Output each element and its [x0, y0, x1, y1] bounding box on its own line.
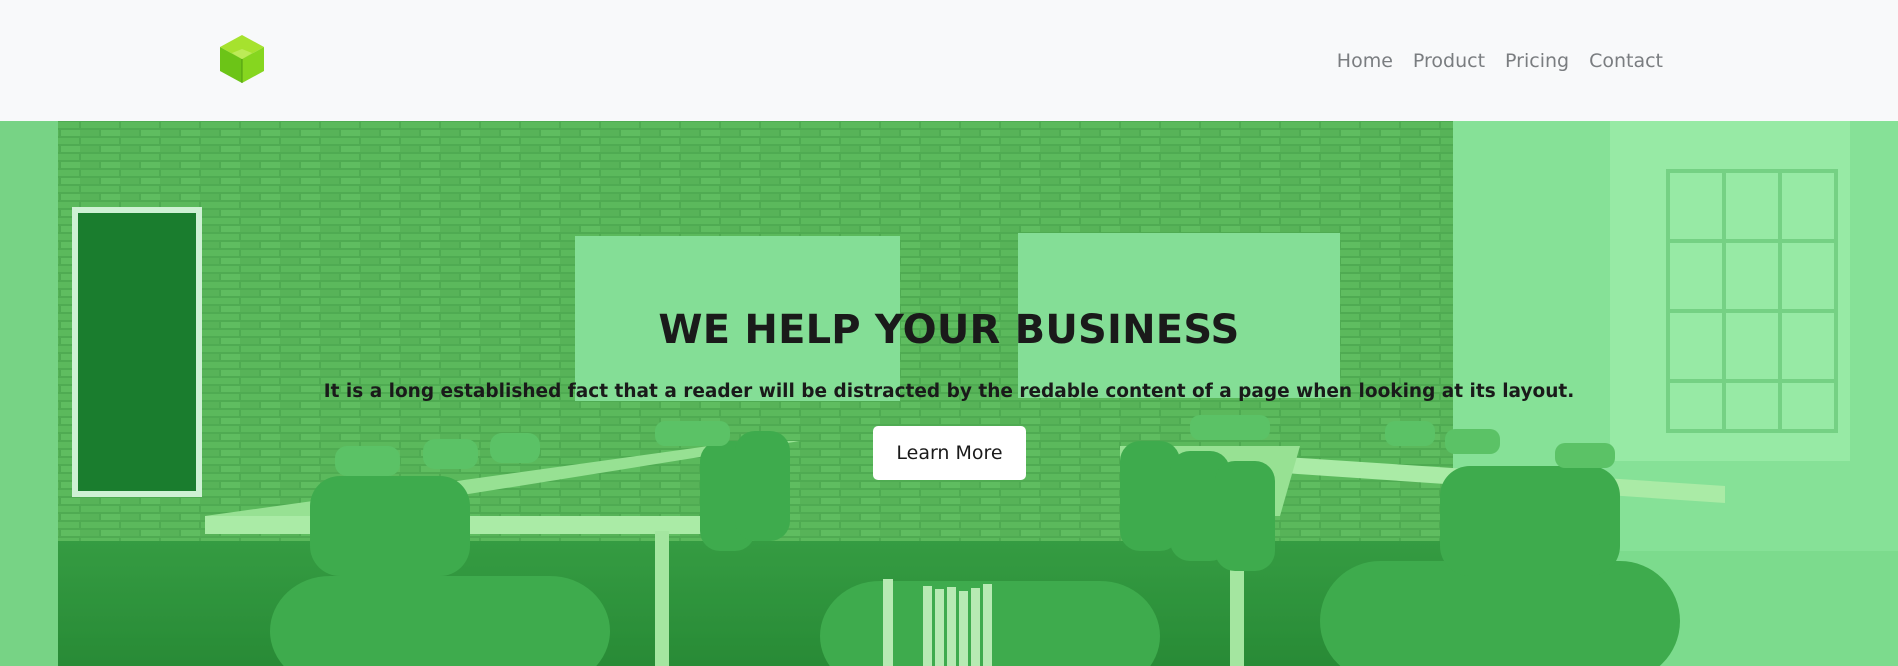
nav-link-pricing[interactable]: Pricing — [1505, 50, 1569, 72]
hero-subtitle: It is a long established fact that a rea… — [323, 381, 1575, 402]
cube-logo-icon[interactable] — [216, 33, 268, 85]
hero-section: WE HELP YOUR BUSINESS It is a long estab… — [0, 121, 1898, 666]
nav-link-contact[interactable]: Contact — [1589, 50, 1663, 72]
nav-link-home[interactable]: Home — [1337, 50, 1393, 72]
nav-link-product[interactable]: Product — [1413, 50, 1485, 72]
nav-links: Home Product Pricing Contact — [1337, 0, 1663, 121]
navbar: Home Product Pricing Contact — [0, 0, 1898, 121]
learn-more-button[interactable]: Learn More — [873, 426, 1026, 480]
hero-content: WE HELP YOUR BUSINESS It is a long estab… — [0, 121, 1898, 666]
hero-title: WE HELP YOUR BUSINESS — [658, 307, 1240, 353]
